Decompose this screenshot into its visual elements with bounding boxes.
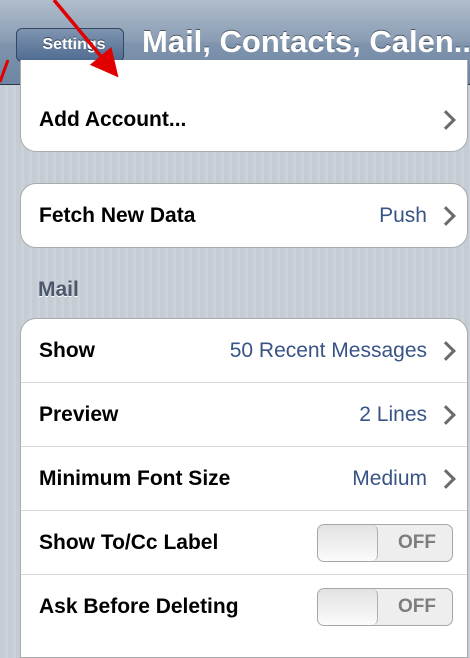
ask-before-deleting-toggle[interactable]: OFF xyxy=(317,588,453,626)
fetch-new-data-label: Fetch New Data xyxy=(39,204,196,227)
fetch-group: Fetch New Data Push xyxy=(20,183,468,248)
show-to-cc-label: Show To/Cc Label xyxy=(39,530,219,554)
minimum-font-size-row[interactable]: Minimum Font Size Medium xyxy=(21,447,467,511)
fetch-new-data-row[interactable]: Fetch New Data Push xyxy=(21,184,467,247)
preview-label: Preview xyxy=(39,402,119,426)
chevron-right-icon xyxy=(436,404,456,425)
toggle-state-text: OFF xyxy=(398,596,436,617)
settings-back-button[interactable]: Settings xyxy=(16,28,124,62)
chevron-right-icon xyxy=(436,206,456,226)
chevron-right-icon xyxy=(436,340,456,361)
page-title: Mail, Contacts, Calen... xyxy=(142,24,470,59)
toggle-state-text: OFF xyxy=(398,531,436,553)
add-account-row[interactable]: Add Account... xyxy=(21,60,467,151)
preview-row[interactable]: Preview 2 Lines xyxy=(21,383,467,447)
mail-section-header: Mail xyxy=(38,278,79,301)
chevron-right-icon xyxy=(436,110,456,130)
toggle-knob xyxy=(318,524,378,561)
toggle-knob xyxy=(318,589,378,625)
minimum-font-size-label: Minimum Font Size xyxy=(39,466,231,490)
ask-before-deleting-row: Ask Before Deleting OFF xyxy=(21,575,467,639)
add-account-label: Add Account... xyxy=(39,108,187,131)
show-row[interactable]: Show 50 Recent Messages xyxy=(21,319,467,383)
show-label: Show xyxy=(39,338,95,362)
show-value: 50 Recent Messages xyxy=(229,338,427,362)
preview-value: 2 Lines xyxy=(359,402,427,426)
show-to-cc-toggle[interactable]: OFF xyxy=(317,523,453,562)
minimum-font-size-value: Medium xyxy=(352,466,427,490)
chevron-right-icon xyxy=(436,468,456,489)
fetch-new-data-value: Push xyxy=(379,204,427,227)
show-to-cc-label-row: Show To/Cc Label OFF xyxy=(21,511,467,575)
back-button-label: Settings xyxy=(42,36,106,53)
ask-before-deleting-label: Ask Before Deleting xyxy=(39,595,239,618)
mail-group: Show 50 Recent Messages Preview 2 Lines … xyxy=(20,318,468,658)
accounts-group: Add Account... xyxy=(20,60,468,152)
